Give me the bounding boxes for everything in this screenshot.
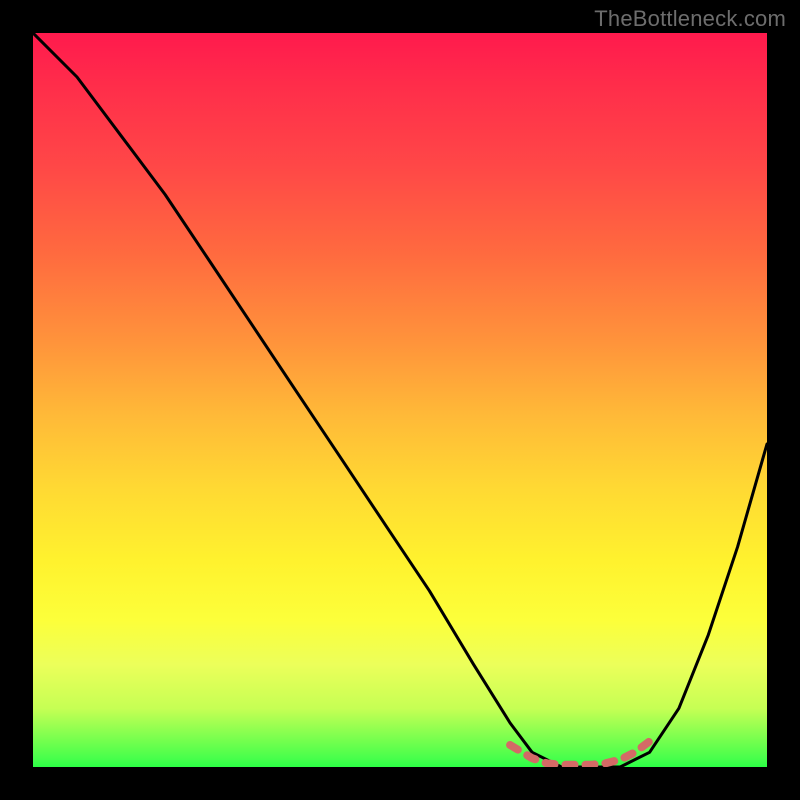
chart-frame: TheBottleneck.com (0, 0, 800, 800)
curve-layer (33, 33, 767, 767)
bottleneck-curve (33, 33, 767, 767)
plot-area (33, 33, 767, 767)
trough-dash (510, 741, 649, 765)
watermark-text: TheBottleneck.com (594, 6, 786, 32)
